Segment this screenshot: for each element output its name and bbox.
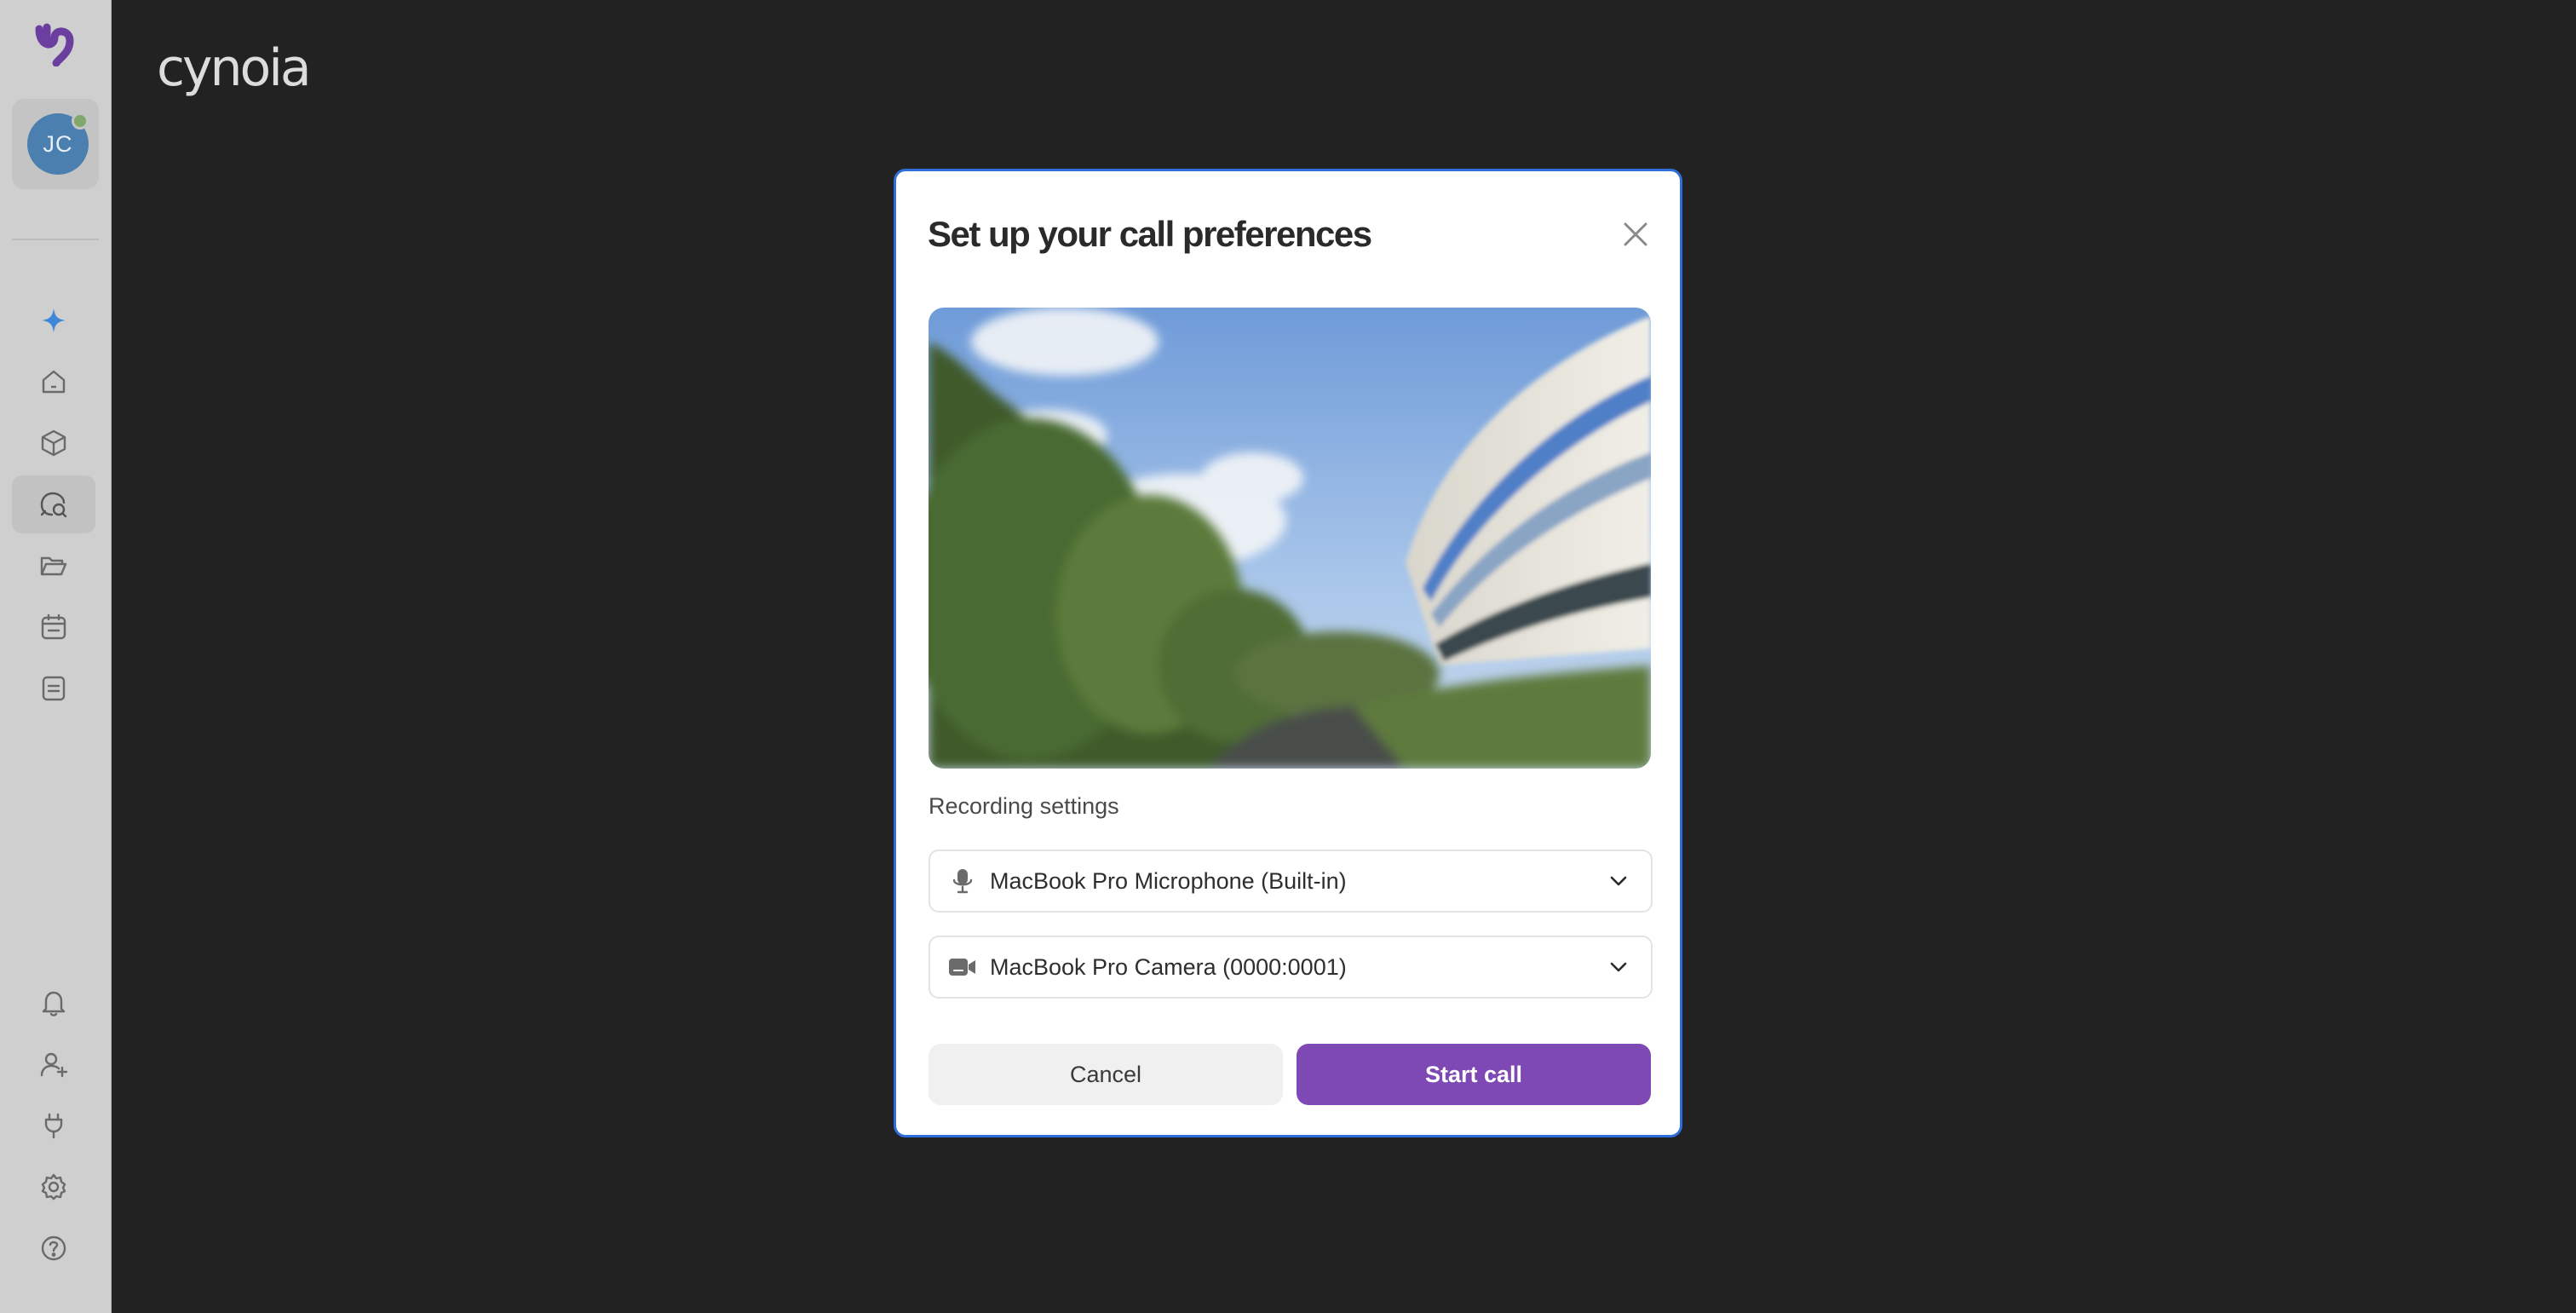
- sidebar-item-integrations[interactable]: [12, 1097, 95, 1155]
- folder-icon: [40, 556, 67, 576]
- sidebar-item-files[interactable]: [12, 537, 95, 595]
- chat-search-icon: [40, 492, 67, 518]
- camera-preview: [929, 308, 1651, 769]
- cynoia-logo-icon[interactable]: [31, 19, 78, 67]
- avatar-initials: JC: [43, 130, 73, 157]
- chevron-down-icon: [1610, 876, 1627, 886]
- sidebar-item-workspaces[interactable]: [12, 414, 95, 472]
- plug-icon: [44, 1113, 63, 1139]
- recording-settings-label: Recording settings: [929, 793, 1119, 819]
- call-preferences-dialog: Set up your call preferences Recording s…: [894, 169, 1682, 1137]
- gear-icon: [41, 1173, 66, 1201]
- start-call-button[interactable]: Start call: [1297, 1044, 1651, 1105]
- sidebar-item-chat[interactable]: [12, 475, 95, 533]
- sidebar-item-home[interactable]: [12, 353, 95, 411]
- sidebar-item-ai-assistant[interactable]: [12, 291, 95, 349]
- close-button[interactable]: [1619, 217, 1653, 251]
- cancel-button[interactable]: Cancel: [929, 1044, 1283, 1105]
- camera-preview-image: [929, 308, 1651, 769]
- sidebar-item-calendar[interactable]: [12, 598, 95, 656]
- camera-value: MacBook Pro Camera (0000:0001): [990, 953, 1347, 980]
- microphone-icon: [952, 869, 973, 894]
- microphone-value: MacBook Pro Microphone (Built-in): [990, 867, 1347, 894]
- presence-indicator: [72, 112, 89, 130]
- question-icon: [41, 1235, 66, 1261]
- dialog-title: Set up your call preferences: [928, 214, 1372, 254]
- video-camera-icon: [949, 959, 975, 976]
- bell-icon: [42, 991, 66, 1016]
- brand-wordmark: cynoia: [157, 38, 312, 98]
- sidebar-item-invite-user[interactable]: [12, 1035, 95, 1093]
- avatar-container[interactable]: JC: [12, 99, 99, 189]
- sidebar-item-help[interactable]: [12, 1219, 95, 1277]
- sidebar-item-notifications[interactable]: [12, 974, 95, 1032]
- microphone-select[interactable]: MacBook Pro Microphone (Built-in): [929, 849, 1653, 913]
- calendar-icon: [41, 613, 66, 640]
- chevron-down-icon: [1610, 962, 1627, 972]
- close-icon: [1624, 222, 1647, 246]
- sidebar: JC: [0, 0, 112, 1313]
- sparkle-icon: [42, 308, 66, 332]
- cube-icon: [41, 429, 66, 457]
- sidebar-item-notes[interactable]: [12, 659, 95, 717]
- note-icon: [42, 676, 66, 701]
- user-plus-icon: [40, 1052, 68, 1078]
- sidebar-item-settings[interactable]: [12, 1158, 95, 1216]
- home-icon: [42, 370, 66, 394]
- sidebar-divider: [12, 239, 99, 240]
- camera-select[interactable]: MacBook Pro Camera (0000:0001): [929, 936, 1653, 999]
